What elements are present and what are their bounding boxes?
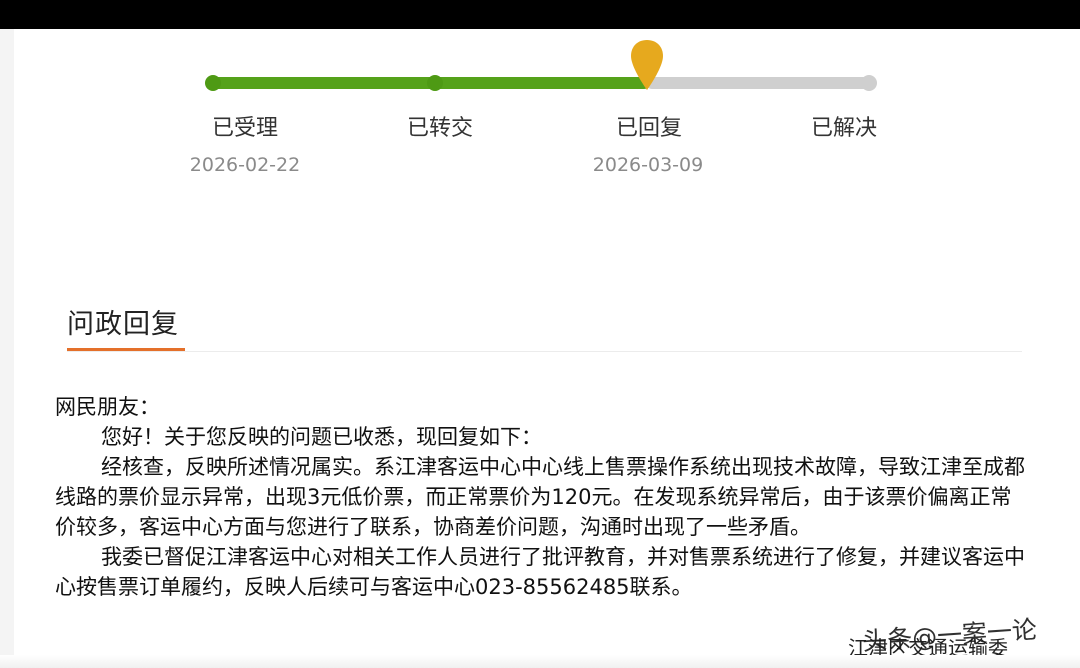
step-label-transferred: 已转交 [406,116,473,141]
step-label-received: 已受理 [211,116,278,141]
watermark: 头条@一案一论 [861,614,1038,657]
step-label-replied: 已回复 [615,116,682,141]
section-title: 问政回复 [67,309,179,340]
reply-paragraph: 经核查，反映所述情况属实。系江津客运中心中心线上售票操作系统出现技术故障，导致江… [55,455,1025,539]
step-date-replied: 2026-03-09 [592,154,704,176]
step-dot-transferred [427,75,443,91]
reply-paragraph: 您好！关于您反映的问题已收悉，现回复如下： [101,425,542,449]
reply-content: 网民朋友： 您好！关于您反映的问题已收悉，现回复如下： 经核查，反映所述情况属实… [55,392,1030,602]
progress-track-pending [646,77,876,89]
left-edge-strip [0,29,14,668]
step-date-received: 2026-02-22 [189,154,301,176]
reply-paragraph: 我委已督促江津客运中心对相关工作人员进行了批评教育，并对售票系统进行了修复，并建… [55,545,1025,599]
top-status-bar [0,0,1080,29]
reply-salutation: 网民朋友： [55,395,160,419]
step-label-resolved: 已解决 [810,116,877,141]
step-dot-resolved [861,75,877,91]
current-step-pin-icon [631,40,663,90]
section-divider [67,351,1022,352]
bottom-edge [0,655,1080,668]
step-dot-received [205,75,221,91]
